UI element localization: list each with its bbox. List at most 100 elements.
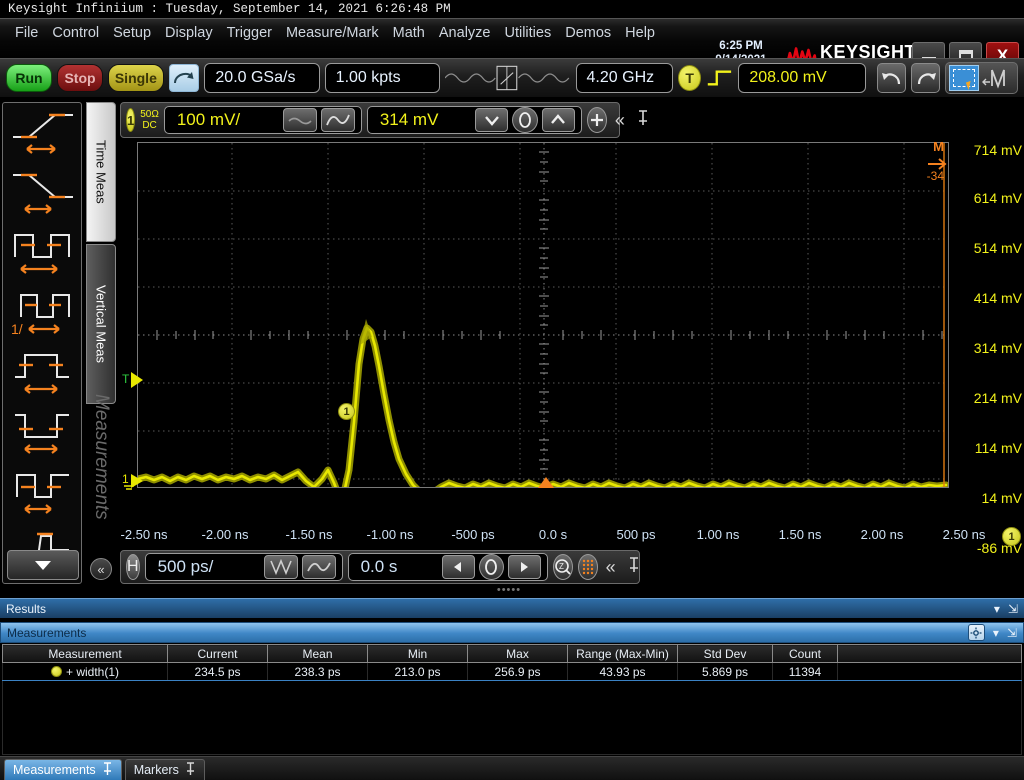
channel-offset-value: 314 mV [374,110,472,130]
offset-decrease-button[interactable] [475,108,508,132]
offset-zero-button[interactable] [512,107,537,133]
memory-depth-field[interactable]: 1.00 kpts [325,63,440,93]
table-row[interactable]: + width(1) 234.5 ps 238.3 ps 213.0 ps 25… [3,663,1022,681]
rise-time-measurement-icon[interactable] [3,103,82,163]
select-region-button[interactable] [949,65,979,91]
period-measurement-icon[interactable] [3,223,82,283]
chevron-right-icon [516,560,532,574]
measurements-dock-buttons: ▾ ⇲ [968,624,1023,641]
col-min[interactable]: Min [368,645,468,663]
waveform-graticule[interactable]: 1 M -34 [137,142,949,488]
trigger-level-field[interactable]: 208.00 mV [738,63,866,93]
graticule-channel-indicator[interactable]: 1 [1002,527,1021,546]
tab-time-meas[interactable]: Time Meas [86,102,116,242]
horizontal-position-field[interactable]: 0.0 s [348,553,548,581]
results-dock-collapse-button[interactable]: ▾ [994,602,1000,616]
menu-analyze[interactable]: Analyze [432,23,498,43]
more-measurements-button[interactable] [7,550,79,580]
menu-setup[interactable]: Setup [106,23,158,43]
svg-text:1/: 1/ [11,321,23,337]
channel-1-waveform-cursor[interactable]: 1 [338,403,355,420]
volt-tick-7: 14 mV [982,490,1022,506]
right-tool-group [945,62,1018,94]
measurements-dock-collapse-button[interactable]: ▾ [993,626,999,640]
col-max[interactable]: Max [468,645,568,663]
menu-control[interactable]: Control [45,23,106,43]
trigger-badge[interactable]: T [678,65,702,91]
channel-collapse-button[interactable]: « [612,110,628,131]
redo-button[interactable] [911,63,940,93]
single-button[interactable]: Single [108,64,164,92]
menu-math[interactable]: Math [386,23,432,43]
menu-measure-mark[interactable]: Measure/Mark [279,23,386,43]
trigger-level-marker[interactable]: T [122,370,144,390]
trigger-point-marker[interactable] [538,477,554,488]
horizontal-zoom-in-button[interactable] [302,555,336,579]
rising-edge-trigger-icon[interactable] [706,65,733,91]
menu-trigger[interactable]: Trigger [220,23,279,43]
acquisition-dots-button[interactable] [578,554,598,580]
time-tick-6: 500 ps [616,527,655,542]
menu-display[interactable]: Display [158,23,220,43]
memory-marker-label: M [933,139,944,154]
splitter-grip[interactable]: ••••• [494,586,524,594]
horizontal-scale-field[interactable]: 500 ps/ [145,553,343,581]
channel-pin-button[interactable] [633,109,653,132]
undo-button[interactable] [877,63,906,93]
menu-file[interactable]: File [8,23,45,43]
col-measurement[interactable]: Measurement [3,645,168,663]
channel-ground-marker[interactable]: 1 [122,470,144,492]
menu-help[interactable]: Help [618,23,662,43]
zoom-window-button[interactable]: Z [553,554,573,580]
horizontal-badge[interactable]: H [126,554,140,580]
cell-range: 43.93 ps [568,663,678,681]
col-extra[interactable] [838,645,1022,663]
channel-offset-field[interactable]: 314 mV [367,106,582,134]
chevron-down-icon [483,113,501,127]
horizontal-zoom-out-button[interactable] [264,555,298,579]
results-dock-pin-button[interactable]: ⇲ [1008,602,1018,616]
menu-demos[interactable]: Demos [558,23,618,43]
tab-markers-pin-icon[interactable] [185,762,196,779]
stop-button[interactable]: Stop [57,64,103,92]
bandwidth-field[interactable]: 4.20 GHz [576,63,673,93]
autoscale-button[interactable] [982,66,1014,90]
position-zero-button[interactable] [479,554,504,580]
flat-wave-icon [287,112,313,128]
horizontal-pin-button[interactable] [624,556,644,579]
col-count[interactable]: Count [773,645,838,663]
position-prev-button[interactable] [442,555,475,579]
ac-coupling-button[interactable] [283,108,317,132]
col-current[interactable]: Current [168,645,268,663]
position-next-button[interactable] [508,555,541,579]
menu-utilities[interactable]: Utilities [497,23,558,43]
plus-icon [588,111,606,129]
channel-scale-field[interactable]: 100 mV/ [164,106,362,134]
tab-measurements[interactable]: Measurements [4,759,122,780]
side-panel-collapse-button[interactable]: « [90,558,112,580]
frequency-measurement-icon[interactable]: 1/ [3,283,82,343]
col-std-dev[interactable]: Std Dev [678,645,773,663]
run-button[interactable]: Run [6,64,52,92]
measurements-settings-button[interactable] [968,624,985,641]
measurements-dock-pin-button[interactable]: ⇲ [1007,626,1017,640]
acquisition-waveform-icon[interactable] [445,63,571,93]
offset-increase-button[interactable] [542,108,575,132]
redo-icon [915,68,937,88]
tab-markers[interactable]: Markers [125,759,205,780]
col-range[interactable]: Range (Max-Min) [568,645,678,663]
horizontal-collapse-button[interactable]: « [603,557,619,578]
duty-cycle-measurement-icon[interactable] [3,463,82,523]
tab-measurements-pin-icon[interactable] [102,762,113,779]
channel-1-badge[interactable]: 1 [126,108,135,132]
add-channel-button[interactable] [587,107,607,133]
results-dock-drag-area[interactable] [54,608,986,609]
fall-time-measurement-icon[interactable] [3,163,82,223]
measurements-dock-drag-area[interactable] [94,632,960,633]
negative-width-measurement-icon[interactable] [3,403,82,463]
sample-rate-field[interactable]: 20.0 GSa/s [204,63,319,93]
clear-display-button[interactable] [169,64,200,92]
col-mean[interactable]: Mean [268,645,368,663]
positive-width-measurement-icon[interactable] [3,343,82,403]
dc-coupling-button[interactable] [321,108,355,132]
